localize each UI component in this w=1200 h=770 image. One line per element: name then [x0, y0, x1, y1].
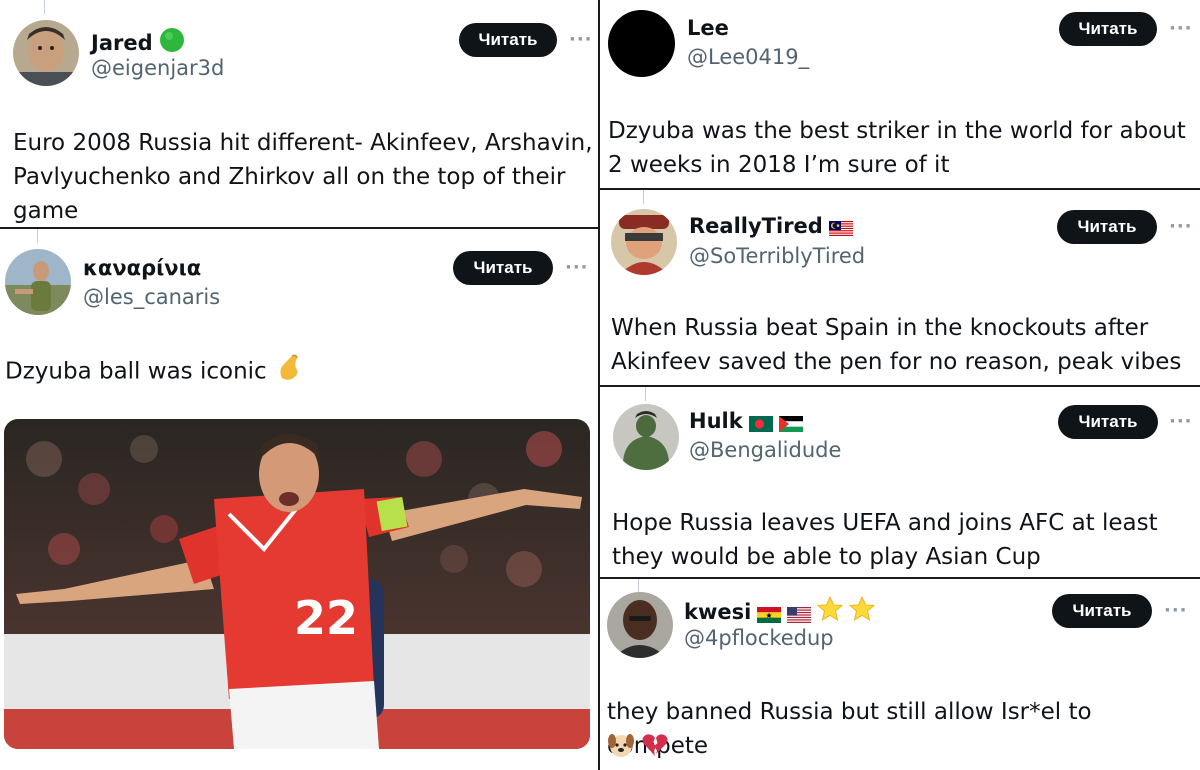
star-icon: [817, 595, 844, 627]
display-name: ReallyTired: [689, 214, 823, 238]
more-options-icon[interactable]: ···: [1169, 216, 1193, 237]
more-options-icon[interactable]: ···: [1169, 411, 1193, 432]
avatar[interactable]: [13, 20, 79, 86]
tweet-image[interactable]: 22: [4, 419, 590, 749]
flag-usa-icon: [787, 604, 812, 623]
user-handle[interactable]: @Lee0419_: [687, 45, 809, 69]
follow-button[interactable]: Читать: [1057, 210, 1157, 244]
flag-malaysia-icon: [828, 218, 853, 237]
avatar-photo: [613, 404, 679, 470]
follow-button[interactable]: Читать: [1058, 405, 1158, 439]
avatar[interactable]: [608, 10, 675, 77]
jersey-number: 22: [294, 591, 358, 645]
tweet-card[interactable]: Lee @Lee0419_ Читать ··· Dzyuba was the …: [600, 0, 1200, 188]
emoji-row: [607, 731, 669, 763]
tweet-card[interactable]: Hulk @Bengalidude Читать ··· Hope Russia…: [600, 387, 1200, 577]
display-name: Hulk: [689, 409, 743, 433]
star-icon: [849, 595, 876, 627]
dog-face-icon: [607, 731, 635, 763]
pinching-hand-icon: [274, 352, 304, 392]
footballer-celebrating-photo: 22: [4, 419, 590, 749]
more-options-icon[interactable]: ···: [1164, 600, 1188, 621]
display-name: Lee: [687, 16, 729, 40]
tweet-card[interactable]: kwesi @4pflockedup Читать ··· they banne…: [600, 579, 1200, 770]
tweet-card[interactable]: Jared @eigenjar3d Читать ··· Euro 2008 R…: [0, 0, 598, 227]
avatar[interactable]: [5, 249, 71, 315]
display-name: kwesi: [684, 599, 752, 624]
follow-button[interactable]: Читать: [459, 23, 557, 57]
avatar[interactable]: [607, 592, 673, 658]
avatar-photo: [607, 592, 673, 658]
follow-button[interactable]: Читать: [453, 251, 553, 285]
more-options-icon[interactable]: ···: [565, 257, 589, 278]
tweet-text-row: Dzyuba ball was iconic: [5, 352, 585, 392]
tweet-card[interactable]: καναρίνια @les_canaris Читать ··· Dzyuba…: [0, 229, 598, 770]
more-options-icon[interactable]: ···: [569, 29, 593, 50]
follow-button[interactable]: Читать: [1059, 12, 1157, 46]
tweet-text: Dzyuba was the best striker in the world…: [608, 118, 1186, 178]
tweet-text: When Russia beat Spain in the knockouts …: [611, 315, 1182, 375]
broken-heart-icon: [641, 731, 669, 763]
flag-palestine-icon: [778, 413, 803, 432]
user-handle[interactable]: @les_canaris: [83, 285, 220, 309]
tweet-text: Dzyuba ball was iconic: [5, 358, 267, 385]
display-name: καναρίνια: [83, 256, 202, 280]
more-options-icon[interactable]: ···: [1169, 18, 1193, 39]
avatar-photo: [611, 209, 677, 275]
display-name: Jared: [91, 30, 153, 55]
user-handle[interactable]: @eigenjar3d: [91, 56, 224, 80]
user-handle[interactable]: @SoTerriblyTired: [689, 244, 865, 268]
avatar[interactable]: [611, 209, 677, 275]
green-circle-icon: [159, 27, 185, 58]
tweet-text: they banned Russia but still allow Isr*e…: [607, 699, 1092, 759]
user-handle[interactable]: @4pflockedup: [684, 626, 834, 650]
avatar-photo: [5, 249, 71, 315]
avatar-photo: [13, 20, 79, 86]
flag-ghana-icon: [757, 604, 782, 623]
avatar[interactable]: [613, 404, 679, 470]
flag-bangladesh-icon: [748, 413, 773, 432]
user-handle[interactable]: @Bengalidude: [689, 438, 841, 462]
tweet-card[interactable]: ReallyTired @SoTerriblyTired Читать ··· …: [600, 190, 1200, 385]
tweet-text: Euro 2008 Russia hit different- Akinfeev…: [13, 130, 593, 224]
tweet-text: Hope Russia leaves UEFA and joins AFC at…: [612, 510, 1158, 570]
follow-button[interactable]: Читать: [1052, 594, 1152, 628]
